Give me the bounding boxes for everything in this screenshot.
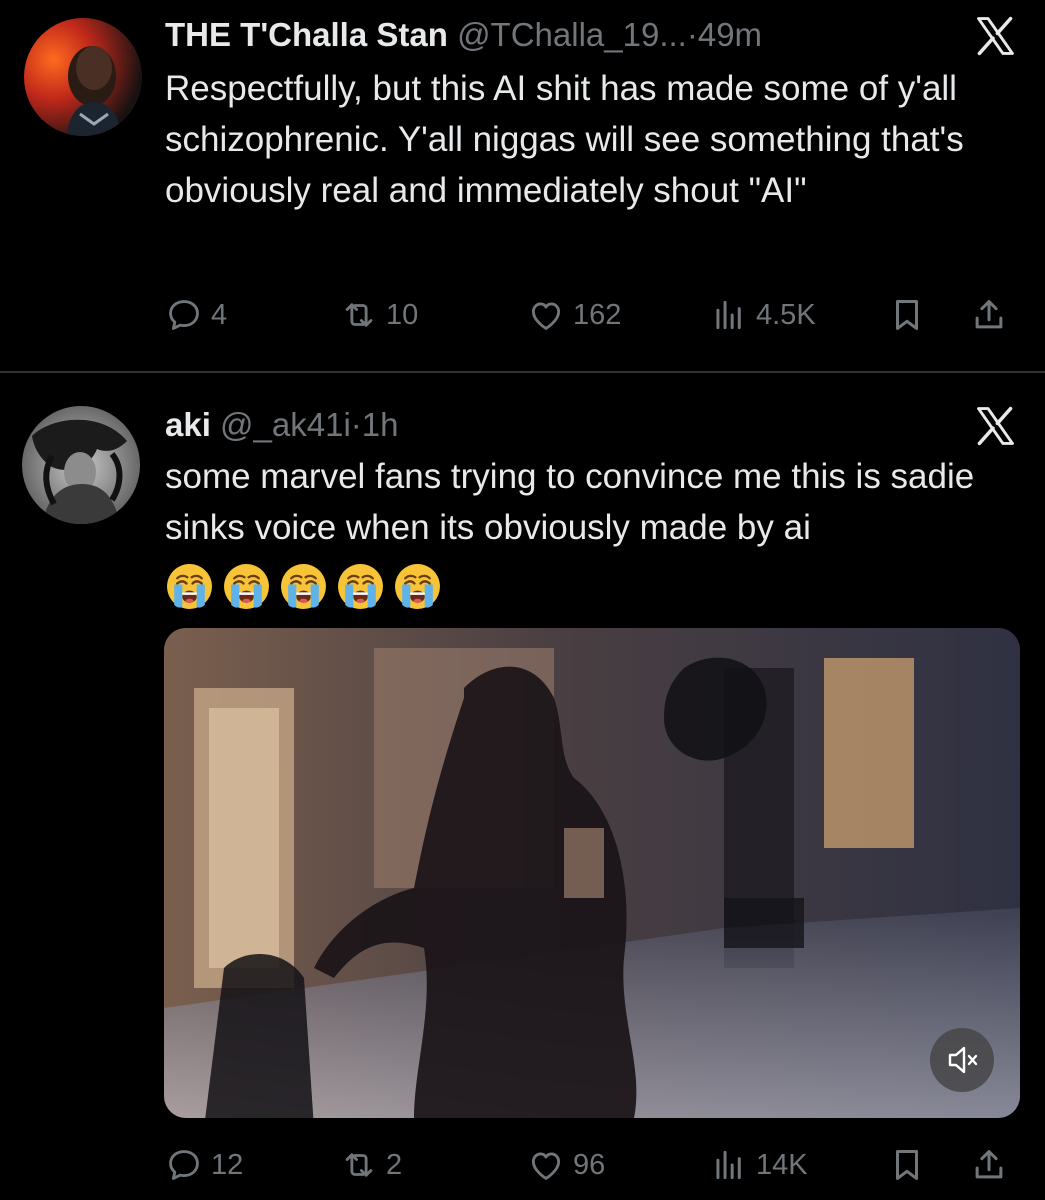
loudly-crying-face-icon [336,562,385,611]
speech-bubble-icon [165,296,203,334]
username[interactable]: @_ak41i [220,406,351,443]
like-button[interactable]: 96 [527,1140,605,1190]
timestamp[interactable]: 1h [362,406,399,443]
like-count: 96 [573,1148,606,1181]
emoji-row [165,562,442,618]
bookmark-icon [888,1146,926,1184]
bar-chart-icon [710,296,748,334]
tweet[interactable]: THE T'Challa Stan @TChalla_19...·49m Res… [0,0,1045,372]
tweet-text: some marvel fans trying to convince me t… [165,457,975,547]
timestamp[interactable]: 49m [698,16,762,53]
speech-bubble-icon [165,1146,203,1184]
tweet-actions: 12 2 96 14K [165,1140,1015,1190]
x-close-icon[interactable] [973,404,1017,448]
tweet-header: THE T'Challa Stan @TChalla_19...·49m [165,15,955,55]
tweet-header: aki @_ak41i·1h [165,405,955,445]
bar-chart-icon [710,1146,748,1184]
repost-button[interactable]: 10 [340,290,418,340]
bookmark-button[interactable] [888,1140,926,1190]
share-button[interactable] [970,290,1008,340]
share-icon [970,1146,1008,1184]
video-frame [164,628,1020,1118]
repost-count: 2 [386,1148,403,1181]
bookmark-icon [888,296,926,334]
loudly-crying-face-icon [279,562,328,611]
repost-count: 10 [386,298,419,331]
heart-icon [527,296,565,334]
muted-speaker-icon [948,1046,978,1074]
video-player[interactable] [164,628,1020,1118]
loudly-crying-face-icon [165,562,214,611]
mute-button[interactable] [930,1028,994,1092]
view-count: 14K [756,1148,808,1181]
reply-count: 12 [211,1148,244,1181]
separator-dot: · [686,16,698,53]
heart-icon [527,1146,565,1184]
tweet[interactable]: aki @_ak41i·1h some marvel fans trying t… [0,372,1045,1200]
share-icon [970,296,1008,334]
view-count: 4.5K [756,298,816,331]
repost-arrows-icon [340,296,378,334]
like-count: 162 [573,298,622,331]
reply-button[interactable]: 4 [165,290,227,340]
avatar[interactable] [24,18,142,136]
display-name[interactable]: THE T'Challa Stan [165,16,448,53]
share-button[interactable] [970,1140,1008,1190]
loudly-crying-face-icon [393,562,442,611]
views-button[interactable]: 14K [710,1140,808,1190]
display-name[interactable]: aki [165,406,211,443]
x-close-icon[interactable] [973,14,1017,58]
reply-count: 4 [211,298,228,331]
tweet-actions: 4 10 162 4.5K [165,290,1015,340]
username[interactable]: @TChalla_19... [457,16,687,53]
views-button[interactable]: 4.5K [710,290,816,340]
repost-button[interactable]: 2 [340,1140,402,1190]
bookmark-button[interactable] [888,290,926,340]
repost-arrows-icon [340,1146,378,1184]
separator-dot: · [350,406,362,443]
avatar[interactable] [22,406,140,524]
loudly-crying-face-icon [222,562,271,611]
like-button[interactable]: 162 [527,290,621,340]
tweet-text: Respectfully, but this AI shit has made … [165,69,964,210]
reply-button[interactable]: 12 [165,1140,243,1190]
